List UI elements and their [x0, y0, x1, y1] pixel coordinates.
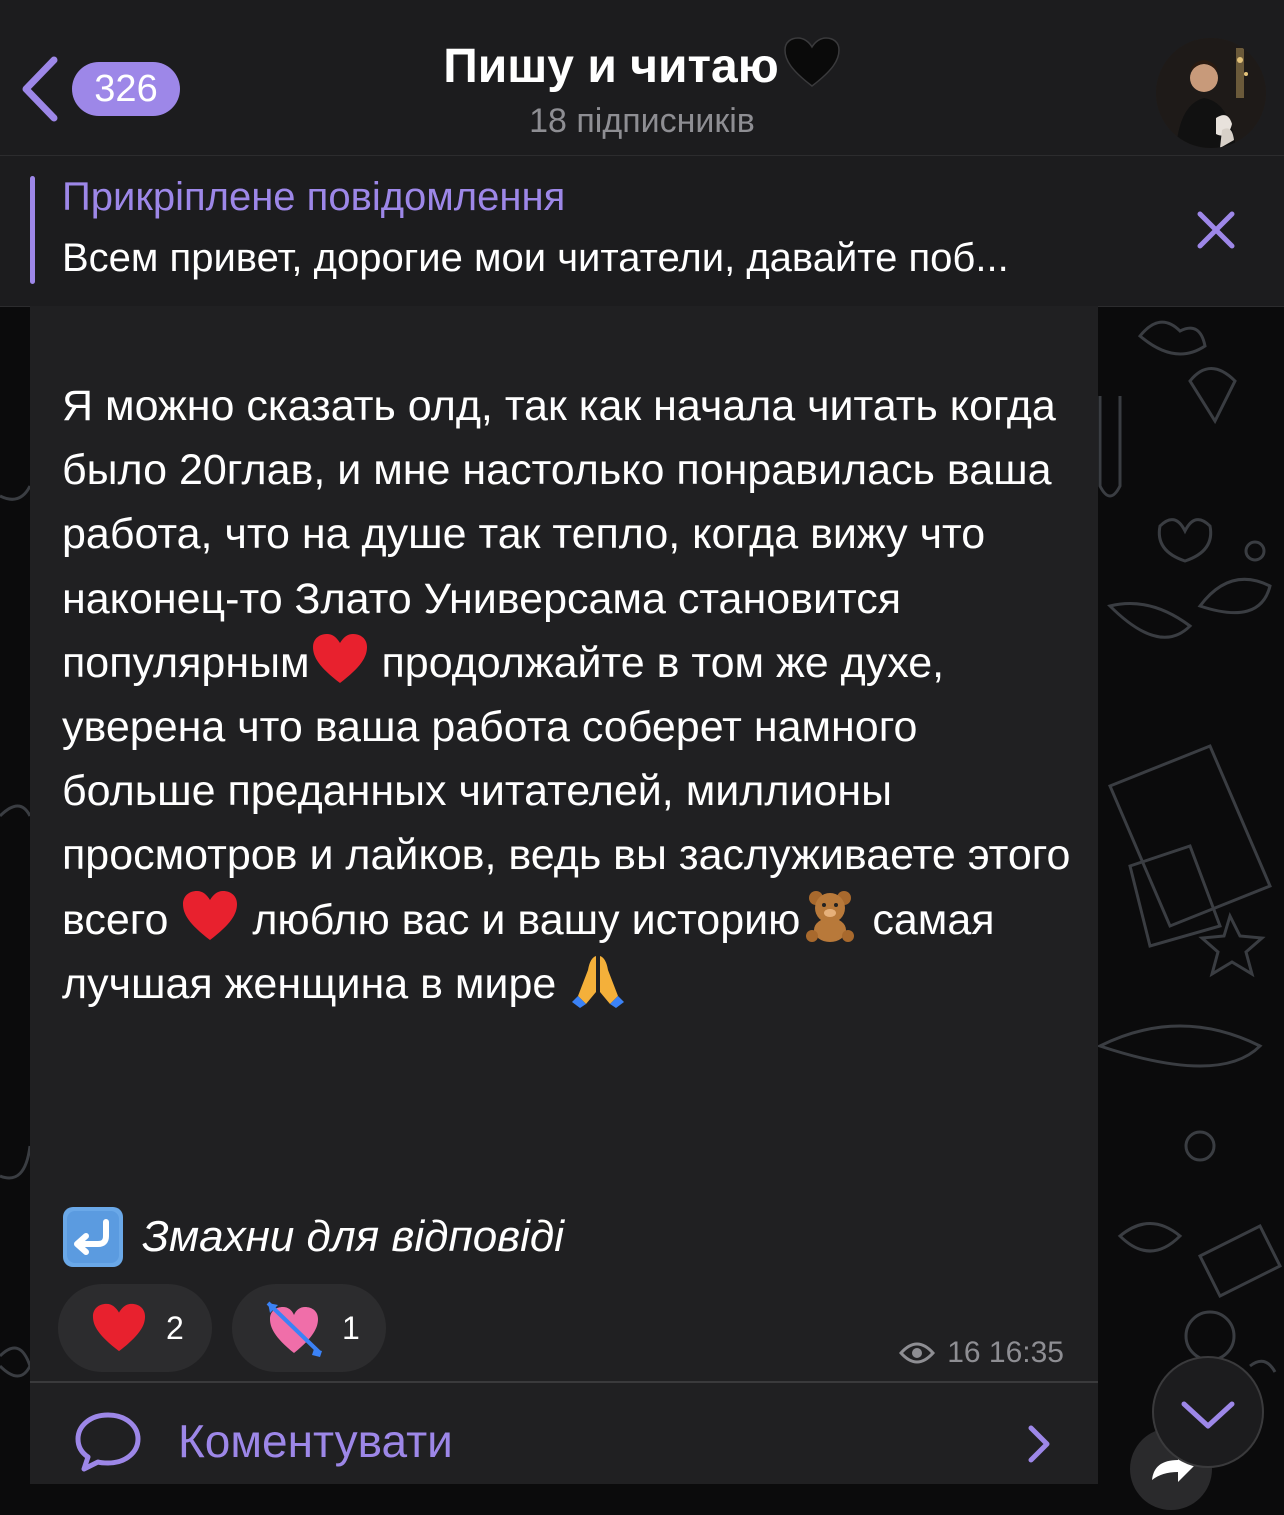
comment-bubble-icon: [75, 1412, 141, 1472]
swipe-hint-text: Змахни для відповіді: [142, 1212, 564, 1261]
channel-title-text: Пишу и читаю: [443, 40, 779, 93]
reaction-count: 2: [166, 1309, 184, 1346]
chevron-down-icon: [1181, 1401, 1235, 1429]
heart-with-arrow-icon: [266, 1301, 322, 1357]
chevron-right-icon: [1028, 1425, 1050, 1463]
chat-header: 326 Пишу и читаю 18 підписників: [0, 0, 1284, 156]
avatar-image: [1156, 38, 1266, 148]
message-text-part-3: люблю вас и вашу историю: [240, 895, 801, 944]
reply-arrow-icon: [63, 1207, 123, 1267]
close-icon[interactable]: [1190, 204, 1242, 256]
pinned-accent-line: [30, 176, 35, 284]
back-button[interactable]: 326: [18, 52, 188, 126]
black-heart-icon: [783, 37, 840, 87]
subscriber-count: 18 підписників: [529, 102, 755, 140]
swipe-to-reply-hint: Змахни для відповіді: [62, 1204, 564, 1270]
reaction-heart-arrow[interactable]: 1: [232, 1284, 386, 1372]
pinned-title: Прикріплене повідомлення: [62, 175, 566, 219]
red-heart-icon: [183, 890, 238, 940]
chevron-left-icon: [22, 56, 58, 122]
teddy-bear-icon: [806, 890, 855, 942]
reaction-heart[interactable]: 2: [58, 1284, 212, 1372]
comments-button[interactable]: Коментувати: [30, 1383, 1098, 1484]
folded-hands-icon: [572, 955, 625, 1008]
views-and-time: 16 16:35: [947, 1336, 1064, 1369]
pinned-message-bar[interactable]: Прикріплене повідомлення Всем привет, до…: [0, 156, 1284, 307]
red-heart-icon: [312, 633, 367, 683]
scroll-down-button[interactable]: [1152, 1356, 1264, 1468]
channel-title: Пишу и читаю: [300, 36, 984, 97]
message-meta: 16 16:35: [899, 1336, 1064, 1370]
red-heart-icon: [92, 1303, 146, 1352]
pinned-text: Всем привет, дорогие мои читатели, давай…: [62, 236, 1009, 280]
reaction-count: 1: [342, 1309, 360, 1346]
channel-avatar[interactable]: [1156, 38, 1266, 148]
eye-icon: [899, 1342, 936, 1364]
unread-count-badge: 326: [72, 62, 180, 116]
message-text: Я можно сказать олд, так как начала чита…: [62, 374, 1082, 1016]
channel-title-area[interactable]: Пишу и читаю 18 підписників: [300, 36, 984, 143]
message-bubble[interactable]: Я можно сказать олд, так как начала чита…: [30, 306, 1098, 1484]
comment-label: Коментувати: [178, 1415, 453, 1467]
